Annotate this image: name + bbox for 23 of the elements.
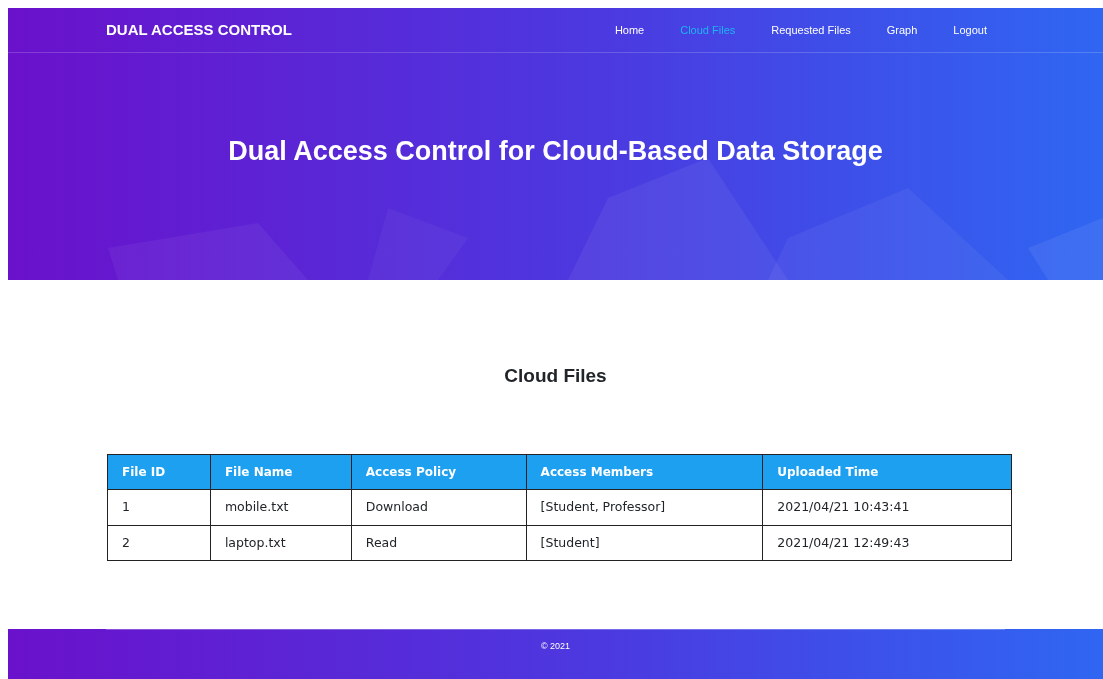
hero-title: Dual Access Control for Cloud-Based Data Storage (228, 135, 883, 168)
table-cell: Read (351, 525, 527, 561)
table-cell: laptop.txt (210, 525, 352, 561)
table-cell: [Student, Professor] (526, 489, 763, 526)
column-header: File ID (107, 454, 211, 490)
column-header: Access Policy (351, 454, 527, 490)
table-cell: Download (351, 489, 527, 526)
nav-link[interactable]: Logout (935, 21, 1005, 39)
table-cell: 2021/04/21 12:49:43 (762, 525, 1012, 561)
column-header: Uploaded Time (762, 454, 1012, 490)
nav-link[interactable]: Requested Files (753, 21, 869, 39)
nav-link[interactable]: Home (596, 21, 663, 39)
table-cell: 2021/04/21 10:43:41 (762, 489, 1012, 526)
brand-logo[interactable]: DUAL ACCESS CONTROL (106, 18, 292, 42)
table-cell: 1 (107, 489, 211, 526)
section-title: Cloud Files (504, 365, 607, 388)
nav-link[interactable]: Graph (868, 21, 936, 39)
table-cell: [Student] (526, 525, 763, 561)
table-cell: mobile.txt (210, 489, 352, 526)
copyright-text: © 2021 (540, 640, 571, 654)
table-cell: 2 (107, 525, 211, 561)
column-header: Access Members (526, 454, 763, 490)
column-header: File Name (210, 454, 352, 490)
